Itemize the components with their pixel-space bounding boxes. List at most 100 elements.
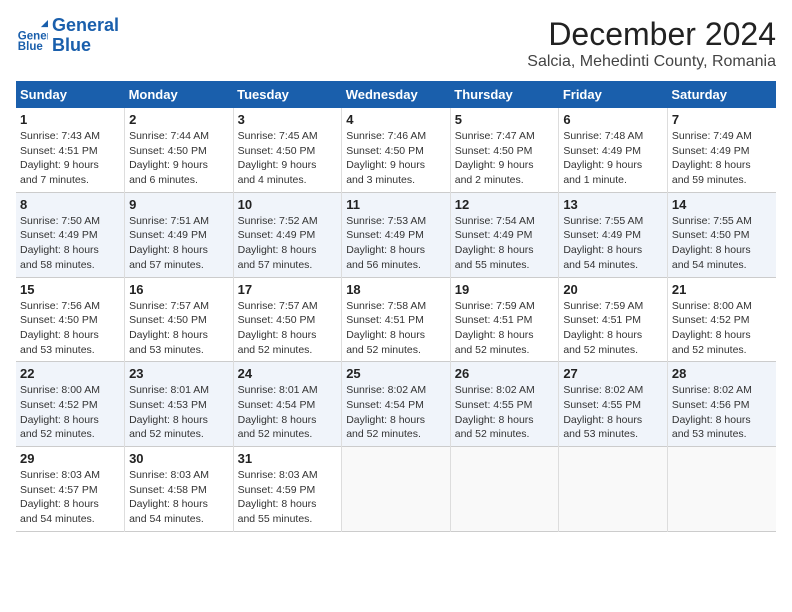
month-title: December 2024 xyxy=(527,16,776,53)
day-number: 4 xyxy=(346,112,446,127)
day-info: Sunrise: 7:59 AM Sunset: 4:51 PM Dayligh… xyxy=(563,299,663,358)
weekday-header-friday: Friday xyxy=(559,81,668,108)
day-info: Sunrise: 7:57 AM Sunset: 4:50 PM Dayligh… xyxy=(238,299,338,358)
day-number: 31 xyxy=(238,451,338,466)
day-number: 29 xyxy=(20,451,120,466)
day-info: Sunrise: 7:55 AM Sunset: 4:50 PM Dayligh… xyxy=(672,214,772,273)
day-number: 5 xyxy=(455,112,555,127)
day-info: Sunrise: 8:02 AM Sunset: 4:56 PM Dayligh… xyxy=(672,383,772,442)
day-info: Sunrise: 8:00 AM Sunset: 4:52 PM Dayligh… xyxy=(672,299,772,358)
day-number: 18 xyxy=(346,282,446,297)
calendar-cell: 27 Sunrise: 8:02 AM Sunset: 4:55 PM Dayli… xyxy=(559,362,668,447)
day-number: 11 xyxy=(346,197,446,212)
day-number: 26 xyxy=(455,366,555,381)
calendar-cell: 2Sunrise: 7:44 AM Sunset: 4:50 PM Daylig… xyxy=(125,108,234,192)
day-info: Sunrise: 7:58 AM Sunset: 4:51 PM Dayligh… xyxy=(346,299,446,358)
day-info: Sunrise: 7:48 AM Sunset: 4:49 PM Dayligh… xyxy=(563,129,663,188)
day-number: 25 xyxy=(346,366,446,381)
weekday-header-monday: Monday xyxy=(125,81,234,108)
logo: General Blue General Blue xyxy=(16,16,119,56)
week-row-2: 8 Sunrise: 7:50 AM Sunset: 4:49 PM Daylig… xyxy=(16,192,776,277)
calendar-cell: 12Sunrise: 7:54 AM Sunset: 4:49 PM Dayli… xyxy=(450,192,559,277)
calendar-cell: 25 Sunrise: 8:02 AM Sunset: 4:54 PM Dayli… xyxy=(342,362,451,447)
calendar-cell: 5 Sunrise: 7:47 AM Sunset: 4:50 PM Daylig… xyxy=(450,108,559,192)
day-info: Sunrise: 7:57 AM Sunset: 4:50 PM Dayligh… xyxy=(129,299,229,358)
day-number: 24 xyxy=(238,366,338,381)
calendar-cell xyxy=(342,447,451,532)
week-row-3: 15 Sunrise: 7:56 AM Sunset: 4:50 PM Dayli… xyxy=(16,277,776,362)
calendar-cell: 9 Sunrise: 7:51 AM Sunset: 4:49 PM Daylig… xyxy=(125,192,234,277)
day-info: Sunrise: 8:03 AM Sunset: 4:57 PM Dayligh… xyxy=(20,468,120,527)
day-info: Sunrise: 7:52 AM Sunset: 4:49 PM Dayligh… xyxy=(238,214,338,273)
day-number: 7 xyxy=(672,112,772,127)
day-number: 28 xyxy=(672,366,772,381)
week-row-1: 1 Sunrise: 7:43 AM Sunset: 4:51 PM Daylig… xyxy=(16,108,776,192)
calendar-cell: 19 Sunrise: 7:59 AM Sunset: 4:51 PM Dayli… xyxy=(450,277,559,362)
svg-text:Blue: Blue xyxy=(18,41,44,52)
calendar-cell: 24Sunrise: 8:01 AM Sunset: 4:54 PM Dayli… xyxy=(233,362,342,447)
weekday-header-saturday: Saturday xyxy=(667,81,776,108)
day-number: 1 xyxy=(20,112,120,127)
logo-text-line2: Blue xyxy=(52,36,119,56)
day-info: Sunrise: 7:47 AM Sunset: 4:50 PM Dayligh… xyxy=(455,129,555,188)
calendar-cell: 15 Sunrise: 7:56 AM Sunset: 4:50 PM Dayli… xyxy=(16,277,125,362)
calendar-cell: 7 Sunrise: 7:49 AM Sunset: 4:49 PM Daylig… xyxy=(667,108,776,192)
calendar-cell xyxy=(559,447,668,532)
day-info: Sunrise: 7:44 AM Sunset: 4:50 PM Dayligh… xyxy=(129,129,229,188)
day-info: Sunrise: 8:02 AM Sunset: 4:55 PM Dayligh… xyxy=(563,383,663,442)
day-info: Sunrise: 8:02 AM Sunset: 4:55 PM Dayligh… xyxy=(455,383,555,442)
weekday-header-thursday: Thursday xyxy=(450,81,559,108)
day-info: Sunrise: 7:46 AM Sunset: 4:50 PM Dayligh… xyxy=(346,129,446,188)
day-info: Sunrise: 7:53 AM Sunset: 4:49 PM Dayligh… xyxy=(346,214,446,273)
calendar-cell: 8 Sunrise: 7:50 AM Sunset: 4:49 PM Daylig… xyxy=(16,192,125,277)
calendar-cell: 21 Sunrise: 8:00 AM Sunset: 4:52 PM Dayli… xyxy=(667,277,776,362)
day-info: Sunrise: 7:49 AM Sunset: 4:49 PM Dayligh… xyxy=(672,129,772,188)
weekday-header-sunday: Sunday xyxy=(16,81,125,108)
day-number: 27 xyxy=(563,366,663,381)
day-info: Sunrise: 8:00 AM Sunset: 4:52 PM Dayligh… xyxy=(20,383,120,442)
calendar-cell: 26 Sunrise: 8:02 AM Sunset: 4:55 PM Dayli… xyxy=(450,362,559,447)
week-row-5: 29 Sunrise: 8:03 AM Sunset: 4:57 PM Dayli… xyxy=(16,447,776,532)
calendar-cell: 10 Sunrise: 7:52 AM Sunset: 4:49 PM Dayli… xyxy=(233,192,342,277)
day-number: 3 xyxy=(238,112,338,127)
day-number: 17 xyxy=(238,282,338,297)
day-number: 16 xyxy=(129,282,229,297)
logo-text-line1: General xyxy=(52,16,119,36)
day-info: Sunrise: 7:51 AM Sunset: 4:49 PM Dayligh… xyxy=(129,214,229,273)
day-info: Sunrise: 8:01 AM Sunset: 4:53 PM Dayligh… xyxy=(129,383,229,442)
day-number: 20 xyxy=(563,282,663,297)
day-number: 9 xyxy=(129,197,229,212)
day-number: 19 xyxy=(455,282,555,297)
calendar-cell xyxy=(450,447,559,532)
header: General Blue General Blue December 2024 … xyxy=(16,16,776,71)
day-info: Sunrise: 7:59 AM Sunset: 4:51 PM Dayligh… xyxy=(455,299,555,358)
calendar-cell: 31Sunrise: 8:03 AM Sunset: 4:59 PM Dayli… xyxy=(233,447,342,532)
day-number: 13 xyxy=(563,197,663,212)
day-info: Sunrise: 7:54 AM Sunset: 4:49 PM Dayligh… xyxy=(455,214,555,273)
calendar-cell: 30 Sunrise: 8:03 AM Sunset: 4:58 PM Dayli… xyxy=(125,447,234,532)
calendar-cell: 3 Sunrise: 7:45 AM Sunset: 4:50 PM Daylig… xyxy=(233,108,342,192)
day-info: Sunrise: 7:55 AM Sunset: 4:49 PM Dayligh… xyxy=(563,214,663,273)
day-number: 22 xyxy=(20,366,120,381)
logo-icon: General Blue xyxy=(16,20,48,52)
calendar-cell: 11 Sunrise: 7:53 AM Sunset: 4:49 PM Dayli… xyxy=(342,192,451,277)
calendar-cell: 4 Sunrise: 7:46 AM Sunset: 4:50 PM Daylig… xyxy=(342,108,451,192)
calendar-cell: 6Sunrise: 7:48 AM Sunset: 4:49 PM Daylig… xyxy=(559,108,668,192)
day-info: Sunrise: 7:45 AM Sunset: 4:50 PM Dayligh… xyxy=(238,129,338,188)
day-info: Sunrise: 8:03 AM Sunset: 4:58 PM Dayligh… xyxy=(129,468,229,527)
day-info: Sunrise: 7:43 AM Sunset: 4:51 PM Dayligh… xyxy=(20,129,120,188)
day-info: Sunrise: 8:02 AM Sunset: 4:54 PM Dayligh… xyxy=(346,383,446,442)
weekday-header-row: SundayMondayTuesdayWednesdayThursdayFrid… xyxy=(16,81,776,108)
day-number: 30 xyxy=(129,451,229,466)
day-number: 21 xyxy=(672,282,772,297)
day-number: 10 xyxy=(238,197,338,212)
day-info: Sunrise: 7:50 AM Sunset: 4:49 PM Dayligh… xyxy=(20,214,120,273)
weekday-header-wednesday: Wednesday xyxy=(342,81,451,108)
day-info: Sunrise: 7:56 AM Sunset: 4:50 PM Dayligh… xyxy=(20,299,120,358)
calendar-cell: 22 Sunrise: 8:00 AM Sunset: 4:52 PM Dayli… xyxy=(16,362,125,447)
title-area: December 2024 Salcia, Mehedinti County, … xyxy=(527,16,776,71)
day-number: 8 xyxy=(20,197,120,212)
day-number: 14 xyxy=(672,197,772,212)
calendar-cell: 16 Sunrise: 7:57 AM Sunset: 4:50 PM Dayli… xyxy=(125,277,234,362)
day-number: 15 xyxy=(20,282,120,297)
